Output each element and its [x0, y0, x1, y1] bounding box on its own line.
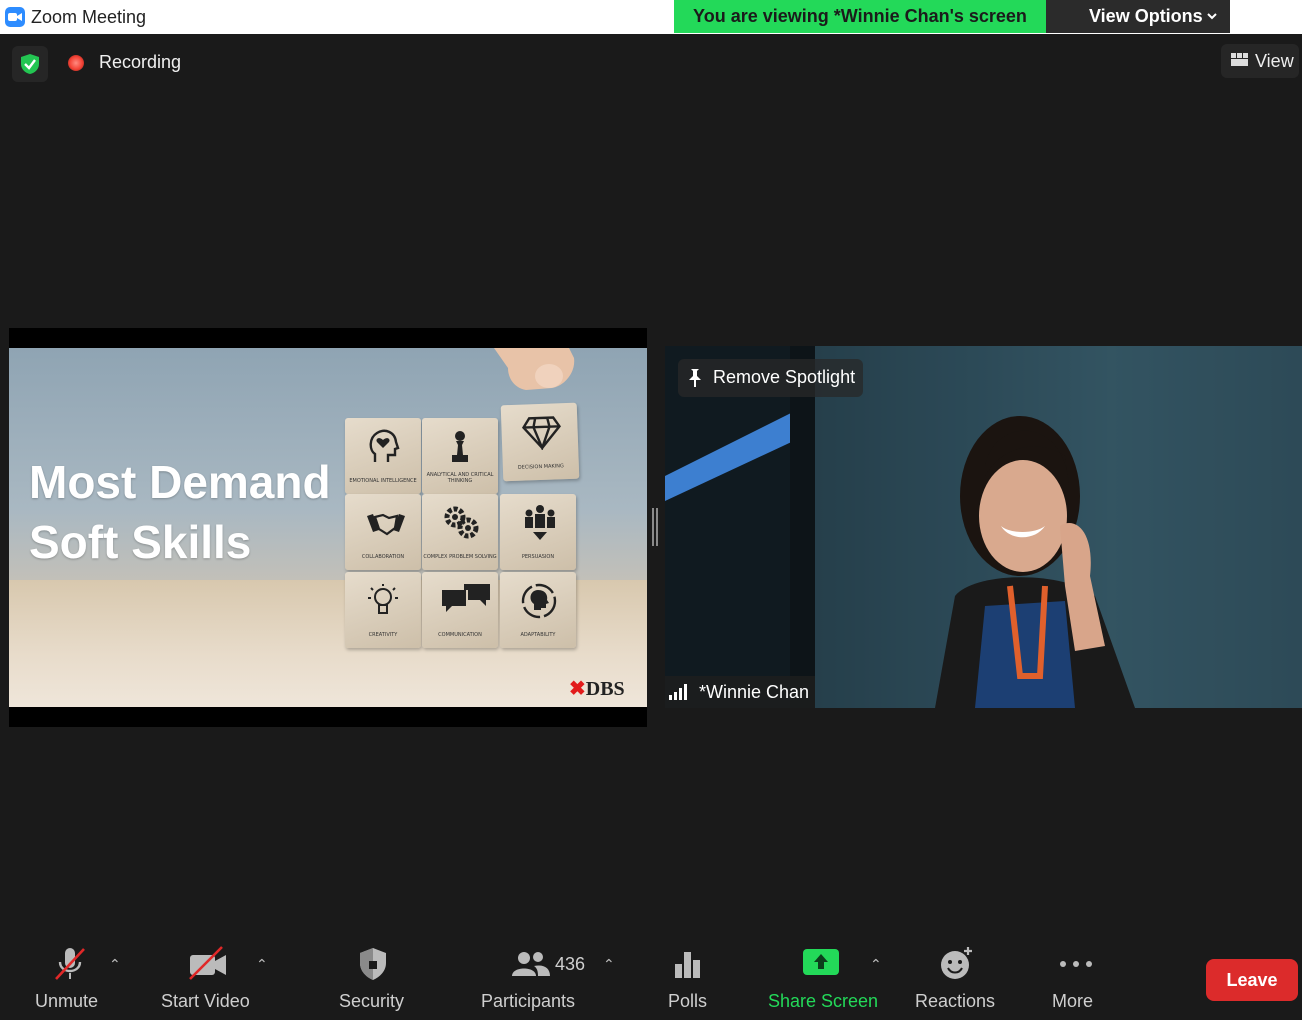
skill-block: DECISION MAKING: [500, 402, 580, 482]
more-label: More: [1052, 991, 1094, 1011]
skill-block: CREATIVITY: [345, 572, 421, 648]
handshake-icon: [367, 513, 405, 536]
share-options-chevron-icon[interactable]: ⌃: [870, 956, 882, 973]
participants-options-chevron-icon[interactable]: ⌃: [603, 956, 615, 973]
polls-label: Polls: [668, 991, 708, 1011]
participant-nametag: *Winnie Chan: [665, 676, 816, 708]
diamond-icon: [521, 416, 561, 451]
audio-options-chevron-icon[interactable]: ⌃: [109, 956, 121, 973]
splitter-handle[interactable]: [652, 508, 658, 546]
chat-bubbles-icon: [442, 584, 490, 612]
polls-bar-chart-icon: [675, 952, 700, 978]
meeting-toolbar: Unmute ⌃ Start Video ⌃ Security 436 Part…: [0, 934, 1302, 1020]
adaptability-icon: [521, 583, 557, 619]
hand-image: [494, 348, 575, 390]
unmute-button[interactable]: Unmute: [30, 934, 110, 1020]
slide-title-line-1: Most Demand: [29, 456, 331, 508]
participants-button[interactable]: 436 Participants: [476, 934, 586, 1020]
share-screen-label: Share Screen: [768, 991, 879, 1011]
pin-icon: [689, 369, 701, 387]
skill-caption: CREATIVITY: [368, 632, 398, 638]
title-bar: Zoom Meeting You are viewing *Winnie Cha…: [0, 0, 1302, 34]
recording-label[interactable]: Recording: [99, 52, 181, 73]
polls-button[interactable]: Polls: [660, 934, 716, 1020]
shared-screen: Most Demand Soft Skills EMOTIONAL INTELL…: [9, 328, 647, 727]
unmute-label: Unmute: [35, 991, 99, 1011]
screen-share-banner: You are viewing *Winnie Chan's screen: [674, 0, 1046, 33]
start-video-button[interactable]: Start Video: [158, 934, 258, 1020]
window-title: Zoom Meeting: [31, 7, 147, 27]
share-screen-button[interactable]: Share Screen: [764, 934, 878, 1020]
skill-caption: ANALYTICAL AND CRITICAL THINKING: [426, 472, 494, 484]
leave-button[interactable]: Leave: [1206, 959, 1298, 1001]
presentation-slide: Most Demand Soft Skills EMOTIONAL INTELL…: [9, 348, 647, 707]
recording-dot-icon: [68, 55, 84, 71]
chess-pawn-icon: [452, 431, 468, 462]
remove-spotlight-button[interactable]: Remove Spotlight: [678, 359, 863, 397]
skill-block: PERSUASION: [500, 494, 576, 570]
grid-view-icon: [1231, 53, 1248, 66]
skill-block: EMOTIONAL INTELLIGENCE: [345, 418, 421, 494]
reactions-smiley-icon: [941, 947, 972, 979]
video-camera-off-icon: [189, 946, 226, 980]
head-heart-icon: [369, 429, 400, 462]
skill-caption: COLLABORATION: [361, 554, 405, 560]
participants-icon: [512, 952, 550, 976]
dbs-x-mark-icon: ✖: [569, 678, 586, 700]
microphone-muted-icon: [55, 948, 85, 980]
view-layout-button[interactable]: View: [1221, 44, 1299, 78]
people-icon: [525, 505, 555, 540]
chevron-down-icon: [1207, 13, 1217, 20]
skill-block: COMMUNICATION: [422, 572, 498, 648]
skill-caption: EMOTIONAL INTELLIGENCE: [349, 478, 417, 484]
more-ellipsis-icon: [1060, 961, 1092, 967]
skill-caption: COMMUNICATION: [438, 632, 482, 638]
security-label: Security: [339, 991, 405, 1011]
video-background-image: [665, 346, 1302, 708]
skill-caption: ADAPTABILITY: [520, 632, 556, 638]
skill-block: COLLABORATION: [345, 494, 421, 570]
view-options-button[interactable]: View Options: [1046, 0, 1230, 33]
skill-block: ADAPTABILITY: [500, 572, 576, 648]
dbs-logo-text: DBS: [585, 678, 625, 700]
skill-caption: PERSUASION: [521, 554, 555, 560]
signal-strength-icon: [669, 684, 687, 700]
participants-label: Participants: [481, 991, 576, 1011]
encryption-shield-icon[interactable]: [12, 46, 48, 82]
participant-name: *Winnie Chan: [699, 682, 810, 702]
remove-spotlight-label: Remove Spotlight: [713, 367, 856, 387]
slide-title-line-2: Soft Skills: [29, 516, 252, 568]
reactions-button[interactable]: Reactions: [912, 934, 1000, 1020]
start-video-label: Start Video: [161, 991, 250, 1011]
zoom-logo-icon: [5, 7, 25, 27]
view-options-label: View Options: [1089, 6, 1203, 26]
video-options-chevron-icon[interactable]: ⌃: [256, 956, 268, 973]
skill-caption: DECISION MAKING: [517, 463, 564, 471]
skill-block: ANALYTICAL AND CRITICAL THINKING: [422, 418, 498, 494]
reactions-label: Reactions: [915, 991, 996, 1011]
lightbulb-icon: [368, 584, 398, 614]
security-shield-icon: [360, 948, 386, 980]
share-screen-arrow-icon: [803, 949, 839, 975]
gears-icon: [444, 506, 479, 539]
skill-caption: COMPLEX PROBLEM SOLVING: [423, 554, 497, 560]
skill-block: COMPLEX PROBLEM SOLVING: [422, 494, 498, 570]
more-button[interactable]: More: [1046, 934, 1106, 1020]
security-button[interactable]: Security: [330, 934, 416, 1020]
participant-count: 436: [555, 954, 586, 974]
slide-title: Most Demand Soft Skills: [29, 452, 331, 572]
dbs-logo: ✖DBS: [569, 676, 625, 701]
view-label: View: [1255, 51, 1294, 71]
participant-video: Remove Spotlight *Winnie Chan: [665, 346, 1302, 708]
